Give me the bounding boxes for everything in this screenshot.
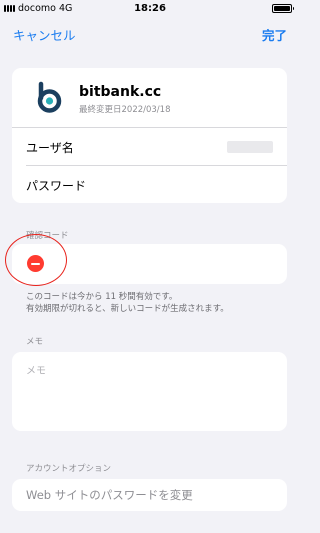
memo-placeholder: メモ: [26, 366, 46, 377]
site-title: bitbank.cc: [79, 84, 162, 100]
change-password-label: Web サイトのパスワードを変更: [26, 488, 193, 502]
site-header: bitbank.cc 最終変更日2022/03/18: [12, 68, 287, 128]
done-button[interactable]: 完了: [262, 25, 287, 44]
battery-icon: [271, 4, 294, 13]
code-expiry-note: 有効期限が切れると、新しいコードが生成されます。: [26, 304, 229, 314]
code-validity-note: このコードは今から 11 秒間有効です。: [26, 292, 178, 302]
status-time: 18:26: [134, 3, 166, 14]
cancel-button[interactable]: キャンセル: [13, 25, 76, 44]
password-row[interactable]: パスワード: [12, 166, 287, 203]
account-options-label: アカウントオプション: [26, 464, 112, 474]
password-label: パスワード: [26, 179, 87, 193]
annotation-circle: [5, 234, 67, 286]
username-label: ユーザ名: [26, 141, 74, 155]
change-password-row[interactable]: Web サイトのパスワードを変更: [12, 479, 287, 511]
username-row[interactable]: ユーザ名: [12, 128, 287, 165]
navigation-bar: キャンセル 完了: [0, 22, 300, 44]
memo-section-label: メモ: [26, 337, 44, 347]
username-value-redacted: [227, 141, 273, 153]
memo-field[interactable]: メモ: [12, 352, 287, 431]
status-bar: docomo 4G 18:26: [0, 0, 300, 18]
last-modified: 最終変更日2022/03/18: [79, 105, 171, 115]
bitbank-logo-icon: [37, 81, 62, 113]
credential-card: bitbank.cc 最終変更日2022/03/18 ユーザ名 パスワード: [12, 68, 287, 203]
